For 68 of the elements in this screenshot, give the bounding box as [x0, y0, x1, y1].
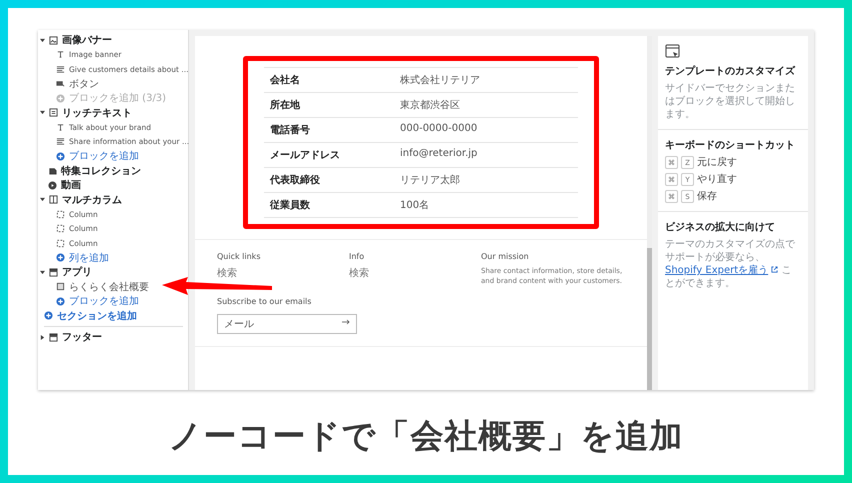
block-item[interactable]: らくらく会社概要	[69, 280, 149, 294]
columns-icon	[49, 195, 58, 204]
caret-icon[interactable]	[40, 270, 45, 275]
table-label: 従業員数	[270, 198, 311, 212]
text-icon	[56, 50, 65, 60]
footer-link[interactable]: 検索	[349, 267, 469, 281]
panel-description: テーマのカスタマイズの点でサポートが必要なら、 Shopify Expertを雇う ことができます。	[665, 238, 796, 290]
block-item[interactable]: ボタン	[69, 76, 99, 91]
shortcut-label: やり直す	[697, 173, 737, 186]
section-item[interactable]: マルチカラム	[62, 192, 122, 207]
button-icon	[56, 79, 65, 88]
table-label: 会社名	[270, 74, 301, 87]
add-icon	[56, 152, 65, 161]
section-item[interactable]: アプリ	[62, 265, 92, 280]
image-icon	[49, 36, 58, 45]
add-icon	[56, 94, 65, 103]
add-block-link[interactable]: ブロックを追加	[69, 149, 139, 164]
panel-description: サイドバーでセクションまたはブロックを選択して開始します。	[665, 82, 796, 121]
section-item[interactable]: 特集コレクション	[61, 164, 141, 178]
play-icon	[48, 180, 57, 190]
expert-link[interactable]: Shopify Expertを雇う	[665, 265, 768, 276]
caption-text: ノーコードで「会社概要」を追加	[168, 415, 684, 457]
panel-title: テンプレートのカスタマイズ	[665, 64, 796, 78]
add-block-link[interactable]: ブロックを追加	[69, 294, 139, 308]
add-block-link[interactable]: 列を追加	[69, 250, 109, 265]
table-value: info@reterior.jp	[400, 148, 478, 161]
add-icon	[56, 296, 65, 306]
shortcut-label: 元に戻す	[697, 156, 737, 169]
footer-heading: Info	[349, 252, 366, 261]
section-item[interactable]: フッター	[62, 330, 102, 344]
caret-icon[interactable]	[40, 334, 45, 340]
subscribe-heading: Subscribe to our emails	[217, 296, 312, 306]
panel-title: キーボードのショートカット	[665, 139, 796, 152]
app-block-icon	[49, 332, 58, 342]
table-label: 代表取締役	[270, 173, 321, 187]
section-item[interactable]: 画像バナー	[62, 33, 112, 48]
table-value: リテリア太郎	[400, 174, 461, 187]
template-icon	[665, 44, 681, 60]
paragraph-icon	[56, 64, 65, 74]
table-label: メールアドレス	[270, 149, 341, 162]
table-value: 100名	[400, 199, 430, 212]
shortcut-label: 保存	[697, 190, 717, 203]
section-item[interactable]: リッチテキスト	[62, 106, 132, 120]
text-block-icon	[49, 108, 58, 118]
footer-heading: Quick links	[217, 252, 262, 261]
text-icon	[56, 122, 65, 132]
tag-icon	[48, 166, 57, 176]
footer-link[interactable]: 検索	[217, 267, 337, 281]
footer-heading: Our mission	[481, 252, 530, 261]
add-icon	[56, 253, 65, 262]
arrow-right-icon	[342, 318, 350, 325]
email-field[interactable]: メール	[217, 314, 357, 334]
table-label: 電話番号	[270, 124, 311, 137]
app-block-icon	[56, 282, 65, 292]
panel-title: ビジネスの拡大に向けて	[665, 220, 776, 234]
caret-icon[interactable]	[40, 110, 45, 116]
paragraph-icon	[56, 137, 65, 146]
app-block-icon	[49, 268, 58, 277]
caret-icon[interactable]	[40, 38, 45, 43]
table-value: 株式会社リテリア	[400, 74, 481, 87]
add-section-link[interactable]: セクションを追加	[57, 308, 137, 323]
table-value: 000-0000-0000	[400, 123, 478, 136]
add-icon	[44, 311, 53, 320]
table-value: 東京都渋谷区	[400, 98, 461, 112]
external-link-icon	[771, 266, 778, 273]
caret-icon[interactable]	[40, 197, 45, 202]
section-item[interactable]: 動画	[61, 178, 81, 192]
table-label: 所在地	[270, 98, 301, 112]
